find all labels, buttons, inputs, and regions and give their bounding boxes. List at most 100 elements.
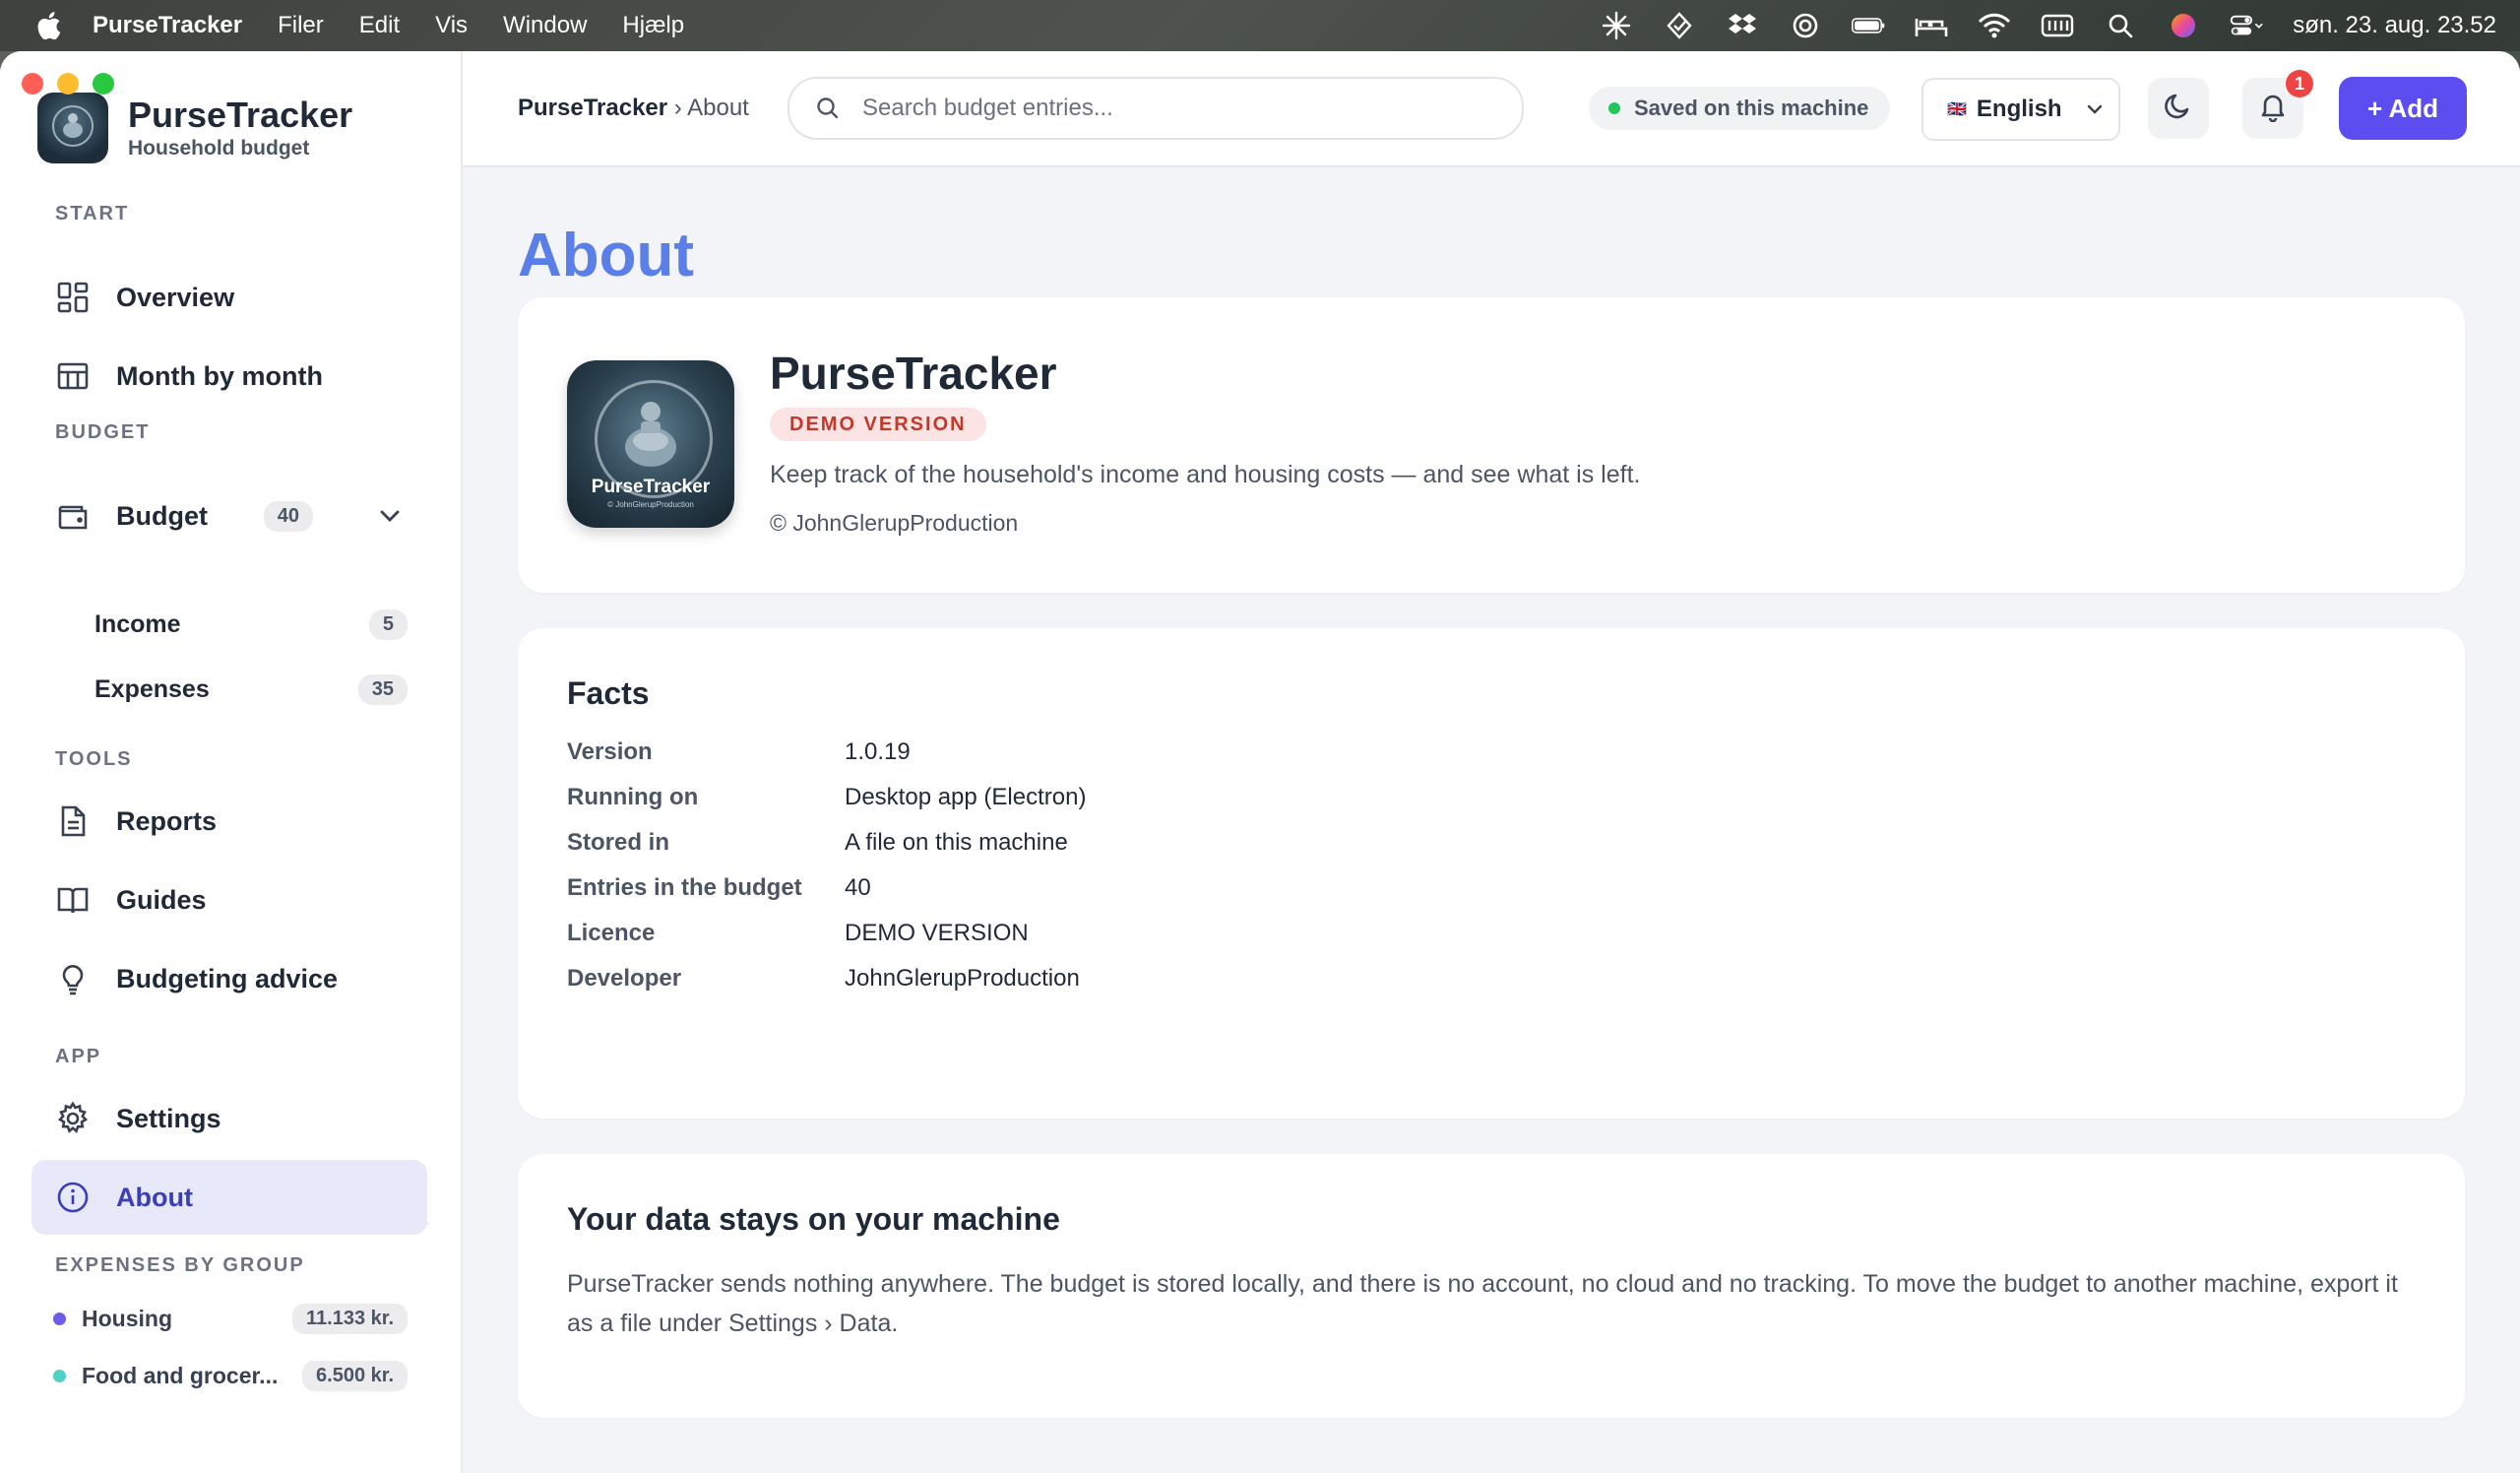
- menu-window[interactable]: Window: [503, 12, 587, 39]
- sidebar-item-reports[interactable]: Reports: [32, 784, 427, 859]
- section-label-groups: EXPENSES BY GROUP: [55, 1254, 305, 1276]
- close-window-button[interactable]: [22, 73, 43, 95]
- sidebar-item-income[interactable]: Income 5: [94, 597, 408, 652]
- breadcrumb-separator: ›: [673, 95, 682, 121]
- menu-edit[interactable]: Edit: [359, 12, 400, 39]
- control-center-icon[interactable]: [2230, 11, 2263, 40]
- brand-logo: [37, 93, 108, 163]
- shield-check-icon[interactable]: [1663, 11, 1696, 40]
- bed-icon[interactable]: [1915, 11, 1948, 40]
- brand[interactable]: PurseTracker Household budget: [37, 93, 352, 163]
- sidebar-item-label: Guides: [116, 884, 207, 915]
- app-logo-subtext: © JohnGlerupProduction: [607, 500, 694, 509]
- wifi-icon[interactable]: [1978, 11, 2011, 40]
- fact-row: Version 1.0.19: [567, 733, 911, 772]
- theme-toggle-button[interactable]: [2148, 78, 2209, 139]
- table-icon: [55, 358, 91, 394]
- breadcrumb-root[interactable]: PurseTracker: [518, 95, 667, 121]
- lightbulb-icon: [55, 961, 91, 996]
- spotlight-search-icon[interactable]: [2104, 11, 2137, 40]
- bell-icon: [2257, 91, 2289, 127]
- privacy-text: PurseTracker sends nothing anywhere. The…: [567, 1270, 2398, 1337]
- sidebar-item-label: Reports: [116, 805, 218, 836]
- search-box[interactable]: [788, 77, 1524, 140]
- info-icon: [55, 1180, 91, 1215]
- chevron-down-icon: [2085, 99, 2105, 119]
- app-name: PurseTracker: [770, 348, 1057, 399]
- zoom-window-button[interactable]: [93, 73, 114, 95]
- fact-value: 1.0.19: [845, 738, 911, 765]
- menu-filer[interactable]: Filer: [278, 12, 324, 39]
- moon-icon: [2163, 91, 2194, 127]
- sidebar-item-label: Budget: [116, 500, 208, 531]
- sync-icon[interactable]: [1789, 11, 1822, 40]
- app-info-card: PurseTracker © JohnGlerupProduction Purs…: [518, 297, 2465, 593]
- sidebar-item-settings[interactable]: Settings: [32, 1081, 427, 1156]
- battery-icon[interactable]: [1852, 11, 1885, 40]
- sidebar: PurseTracker Household budget START Over…: [0, 51, 463, 1473]
- section-label-tools: TOOLS: [55, 748, 133, 770]
- group-color-dot: [53, 1312, 66, 1325]
- grid-icon: [55, 280, 91, 315]
- app-copyright: © JohnGlerupProduction: [770, 510, 1019, 536]
- sidebar-item-label: Income: [94, 609, 181, 638]
- expenses-count-badge: 35: [357, 673, 408, 705]
- wallet-icon: [55, 498, 91, 534]
- dropbox-icon[interactable]: [1726, 11, 1759, 40]
- facts-card: Facts Version 1.0.19 Running on Desktop …: [518, 628, 2465, 1119]
- sidebar-item-guides[interactable]: Guides: [32, 863, 427, 937]
- privacy-card: Your data stays on your machine PurseTra…: [518, 1154, 2465, 1418]
- app-logo-text: PurseTracker: [591, 477, 711, 497]
- notifications-button[interactable]: 1: [2242, 70, 2313, 139]
- fact-key: Entries in the budget: [567, 874, 802, 901]
- sidebar-item-budgeting-advice[interactable]: Budgeting advice: [32, 941, 427, 1016]
- section-label-budget: BUDGET: [55, 421, 151, 443]
- apple-icon[interactable]: [35, 11, 63, 40]
- book-icon: [55, 882, 91, 918]
- sidebar-divider: [32, 1223, 429, 1225]
- sparkle-icon[interactable]: [1600, 11, 1633, 40]
- group-item-housing[interactable]: Housing 11.133 kr.: [53, 1294, 408, 1343]
- fact-value: 40: [845, 874, 871, 901]
- sidebar-item-label: Expenses: [94, 674, 210, 703]
- facts-title: Facts: [567, 675, 650, 711]
- chevron-down-icon[interactable]: [376, 502, 404, 530]
- demo-version-badge: DEMO VERSION: [770, 408, 986, 441]
- menu-hjaelp[interactable]: Hjælp: [622, 12, 684, 39]
- fact-key: Developer: [567, 965, 682, 992]
- macos-menubar: PurseTracker Filer Edit Vis Window Hjælp: [0, 0, 2520, 51]
- fact-row: Developer JohnGlerupProduction: [567, 959, 1080, 998]
- menu-vis[interactable]: Vis: [435, 12, 468, 39]
- page-title: About: [518, 222, 695, 289]
- fact-value: JohnGlerupProduction: [845, 965, 1080, 992]
- fact-key: Running on: [567, 784, 699, 810]
- uk-flag-icon: 🇬🇧: [1947, 101, 1967, 118]
- sidebar-item-budget[interactable]: Budget 40: [32, 479, 427, 553]
- keyboard-icon[interactable]: [2041, 11, 2074, 40]
- sidebar-item-overview[interactable]: Overview: [32, 260, 427, 335]
- menubar-app-name[interactable]: PurseTracker: [93, 12, 242, 39]
- window-controls: [22, 73, 114, 95]
- notification-count-badge: 1: [2286, 70, 2313, 97]
- group-name: Food and grocer...: [82, 1362, 279, 1388]
- sidebar-item-expenses[interactable]: Expenses 35: [94, 662, 408, 717]
- fact-key: Version: [567, 738, 653, 765]
- search-input[interactable]: [860, 94, 1455, 123]
- minimize-window-button[interactable]: [57, 73, 79, 95]
- menubar-clock[interactable]: søn. 23. aug. 23.52: [2293, 12, 2496, 39]
- fact-key: Stored in: [567, 829, 670, 856]
- search-icon: [815, 96, 841, 121]
- siri-icon[interactable]: [2167, 11, 2200, 40]
- sidebar-item-month-by-month[interactable]: Month by month: [32, 339, 427, 414]
- brand-name: PurseTracker: [128, 95, 353, 135]
- fact-value: Desktop app (Electron): [845, 784, 1087, 810]
- language-value: English: [1976, 96, 2062, 122]
- language-select[interactable]: 🇬🇧 English: [1922, 78, 2120, 141]
- app-logo: PurseTracker © JohnGlerupProduction: [567, 360, 734, 528]
- app-window: PurseTracker Household budget START Over…: [0, 51, 2520, 1473]
- saved-status-badge: Saved on this machine: [1589, 87, 1891, 130]
- add-button[interactable]: + Add: [2339, 77, 2467, 140]
- fact-value: A file on this machine: [845, 829, 1068, 856]
- group-item-food[interactable]: Food and grocer... 6.500 kr.: [53, 1351, 408, 1400]
- section-label-app: APP: [55, 1046, 102, 1067]
